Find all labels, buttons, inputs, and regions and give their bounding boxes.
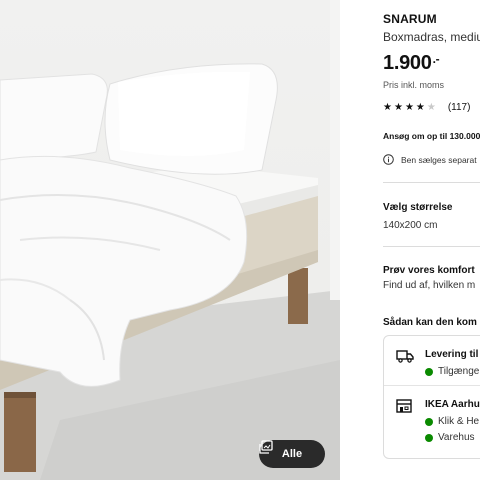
star-empty-icon: ★: [426, 101, 436, 113]
store-status-text-1: Klik & He: [438, 416, 480, 427]
status-dot-icon: [425, 433, 433, 442]
availability-box: Levering til Tilgænge IKEA Aarhu Klik & …: [383, 335, 480, 459]
product-image[interactable]: Alle: [0, 0, 340, 480]
delivery-title[interactable]: Levering til: [425, 349, 478, 360]
store-status-click-collect: Klik & He: [425, 416, 479, 427]
comfort-test-subtext: Find ud af, hvilken m: [383, 280, 476, 291]
product-info-panel: SNARUM Boxmadras, medium 1.900.- Pris in…: [340, 0, 480, 480]
price-amount: 1.900: [383, 52, 432, 74]
divider: [384, 385, 480, 386]
product-price: 1.900.-: [383, 52, 440, 75]
status-dot-icon: [425, 417, 433, 426]
gallery-button-label: Alle: [281, 448, 303, 460]
comfort-test-heading[interactable]: Prøv vores komfort: [383, 265, 475, 276]
status-dot-icon: [425, 367, 433, 376]
divider: [383, 246, 480, 247]
product-description: Boxmadras, medium: [383, 30, 480, 44]
store-status-warehouse: Varehus: [425, 432, 475, 443]
size-selector-heading[interactable]: Vælg størrelse: [383, 202, 452, 213]
star-icon: ★: [393, 101, 403, 113]
star-icon: ★: [383, 101, 392, 113]
image-gallery-icon: [259, 440, 273, 454]
rating-row[interactable]: ★ ★ ★ ★ ★ (117): [383, 102, 470, 113]
info-text: Ben sælges separat: [401, 154, 477, 165]
vat-note: Pris inkl. moms: [383, 80, 445, 90]
delivery-truck-icon: [396, 350, 414, 363]
bed-illustration: [0, 0, 340, 480]
info-icon: [383, 154, 394, 165]
star-icon: ★: [415, 101, 425, 113]
store-icon: [396, 399, 412, 413]
delivery-status: Tilgænge: [425, 366, 479, 377]
store-status-text-2: Varehus: [438, 432, 475, 443]
star-icon: ★: [404, 101, 414, 113]
selected-size[interactable]: 140x200 cm: [383, 220, 437, 231]
store-title[interactable]: IKEA Aarhu: [425, 399, 480, 410]
loan-link[interactable]: Ansøg om op til 130.000 kr.: [383, 131, 480, 141]
availability-heading: Sådan kan den kom: [383, 317, 477, 328]
delivery-status-text: Tilgænge: [438, 366, 480, 377]
view-all-images-button[interactable]: Alle: [259, 440, 325, 468]
price-suffix: .-: [432, 52, 440, 66]
info-notice: Ben sælges separat: [383, 154, 477, 165]
product-name: SNARUM: [383, 12, 437, 26]
review-count-link[interactable]: (117): [448, 102, 471, 113]
divider: [383, 182, 480, 183]
